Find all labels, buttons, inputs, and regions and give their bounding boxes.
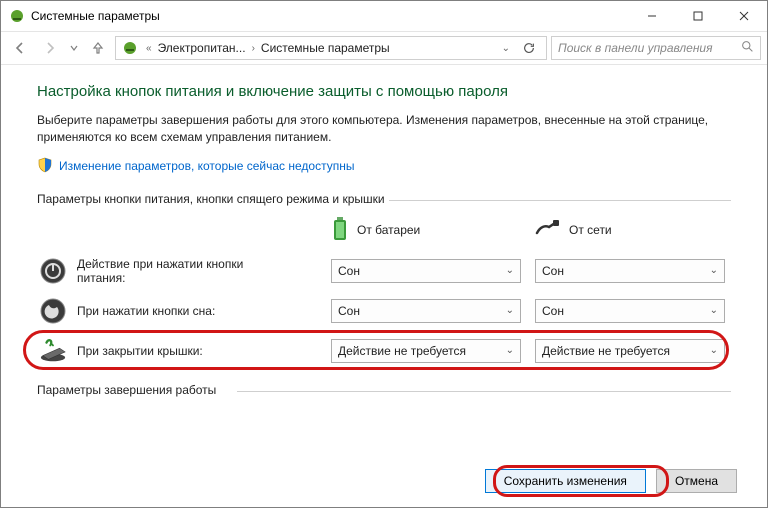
power-icon <box>39 257 67 285</box>
breadcrumb-segment[interactable]: Системные параметры <box>261 41 390 55</box>
app-icon <box>9 8 25 24</box>
maximize-button[interactable] <box>675 1 721 31</box>
power-ac-dropdown[interactable]: Сон⌄ <box>535 259 725 283</box>
up-button[interactable] <box>85 35 111 61</box>
column-ac: От сети <box>535 219 725 242</box>
footer: Сохранить изменения Отмена <box>1 455 767 507</box>
search-icon <box>741 40 754 56</box>
content-area: Настройка кнопок питания и включение защ… <box>1 65 767 455</box>
cancel-button[interactable]: Отмена <box>656 469 737 493</box>
forward-button[interactable] <box>37 35 63 61</box>
chevron-down-icon[interactable]: ⌄ <box>502 43 510 54</box>
minimize-button[interactable] <box>629 1 675 31</box>
battery-icon <box>331 216 349 245</box>
chevron-right-icon: › <box>252 43 255 54</box>
row-sleep-button: При нажатии кнопки сна: <box>37 297 317 325</box>
title-bar: Системные параметры <box>1 1 767 31</box>
chevron-down-icon: ⌄ <box>506 265 514 276</box>
lid-battery-dropdown[interactable]: Действие не требуется⌄ <box>331 339 521 363</box>
recent-dropdown[interactable] <box>67 35 81 61</box>
sleep-icon <box>39 297 67 325</box>
lid-ac-dropdown[interactable]: Действие не требуется⌄ <box>535 339 725 363</box>
close-button[interactable] <box>721 1 767 31</box>
chevron-left-icon: « <box>146 43 152 54</box>
plug-icon <box>535 219 561 242</box>
unlock-settings-link[interactable]: Изменение параметров, которые сейчас нед… <box>59 159 355 173</box>
chevron-down-icon: ⌄ <box>710 265 718 276</box>
section-power-buttons: Параметры кнопки питания, кнопки спящего… <box>37 192 731 206</box>
save-button[interactable]: Сохранить изменения <box>485 469 646 493</box>
navigation-bar: « Электропитан... › Системные параметры … <box>1 31 767 65</box>
search-placeholder: Поиск в панели управления <box>558 41 713 55</box>
chevron-down-icon: ⌄ <box>506 345 514 356</box>
back-button[interactable] <box>7 35 33 61</box>
refresh-button[interactable] <box>516 41 542 55</box>
row-lid-close: При закрытии крышки: <box>37 337 317 365</box>
sleep-ac-dropdown[interactable]: Сон⌄ <box>535 299 725 323</box>
chevron-down-icon: ⌄ <box>710 345 718 356</box>
search-input[interactable]: Поиск в панели управления <box>551 36 761 60</box>
chevron-down-icon: ⌄ <box>506 305 514 316</box>
control-panel-icon <box>120 38 140 58</box>
section-shutdown: Параметры завершения работы <box>37 383 731 397</box>
breadcrumb[interactable]: « Электропитан... › Системные параметры … <box>115 36 547 60</box>
laptop-lid-icon <box>39 337 67 365</box>
shield-icon <box>37 157 53 176</box>
sleep-battery-dropdown[interactable]: Сон⌄ <box>331 299 521 323</box>
chevron-down-icon: ⌄ <box>710 305 718 316</box>
window-title: Системные параметры <box>31 9 160 23</box>
row-power-button: Действие при нажатии кнопки питания: <box>37 257 317 285</box>
page-description: Выберите параметры завершения работы для… <box>37 112 731 147</box>
page-heading: Настройка кнопок питания и включение защ… <box>37 83 731 100</box>
column-battery: От батареи <box>331 216 521 245</box>
power-battery-dropdown[interactable]: Сон⌄ <box>331 259 521 283</box>
breadcrumb-segment[interactable]: Электропитан... <box>158 41 246 55</box>
